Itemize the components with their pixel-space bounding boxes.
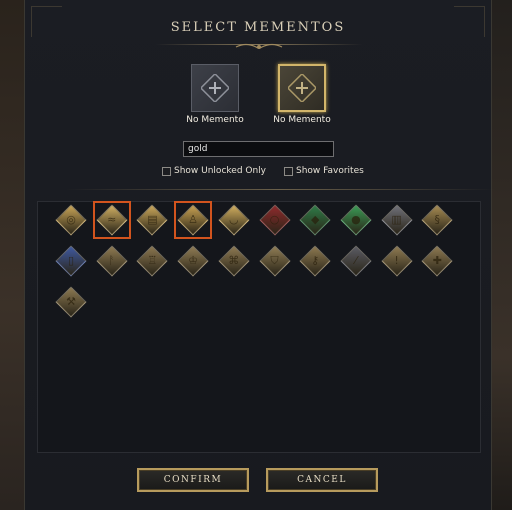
memento-item[interactable]: ●	[340, 204, 372, 236]
blade-icon: ⁄	[354, 254, 357, 267]
plus-icon	[201, 74, 229, 102]
scroll-icon: ▤	[147, 213, 158, 226]
memento-item[interactable]: ♔	[177, 245, 209, 277]
memento-item[interactable]: ♖	[136, 245, 168, 277]
plus-icon	[288, 74, 316, 102]
memento-item[interactable]: !	[381, 245, 413, 277]
memento-slot-1-label: No Memento	[186, 115, 244, 125]
jar-icon: ▯	[67, 254, 75, 267]
memento-item[interactable]: ✚	[421, 245, 453, 277]
search-input[interactable]	[183, 141, 334, 157]
vial-icon: !	[394, 254, 399, 267]
memento-slot-2[interactable]	[278, 64, 326, 112]
shield-icon: ⛉	[270, 254, 279, 267]
title-ornament-icon	[235, 43, 283, 49]
lantern-icon: ♖	[147, 254, 158, 267]
map-icon: ⌘	[228, 254, 240, 267]
memento-item[interactable]: ◎	[55, 204, 87, 236]
memento-dialog: SELECT MEMENTOS No Memento No Memento Sh…	[24, 0, 495, 510]
show-unlocked-label: Show Unlocked Only	[174, 166, 267, 176]
orb-icon: ●	[351, 213, 361, 226]
book-icon: ▥	[391, 213, 402, 226]
memento-item[interactable]: ⁄	[340, 245, 372, 277]
ring-icon: ○	[269, 213, 280, 226]
memento-item[interactable]: ♙	[174, 201, 213, 239]
bowl-icon: ◡	[228, 213, 239, 226]
checkbox-icon[interactable]	[284, 166, 293, 176]
memento-slot-2-label: No Memento	[273, 115, 331, 125]
memento-item[interactable]: ⚒	[55, 286, 87, 318]
memento-item[interactable]: ⛉	[258, 245, 291, 277]
cross-icon: ✚	[432, 254, 442, 267]
memento-slot-1[interactable]	[191, 64, 239, 112]
show-favorites-label: Show Favorites	[296, 166, 364, 176]
memento-item[interactable]: ▯	[55, 245, 87, 277]
rope-icon: §	[434, 213, 441, 226]
figure-icon: ♙	[188, 213, 199, 226]
axe-icon: ⚒	[66, 295, 76, 308]
memento-item[interactable]: ◆	[299, 204, 331, 236]
show-unlocked-toggle[interactable]: Show Unlocked Only	[162, 166, 266, 176]
coin-icon: ◎	[66, 213, 76, 226]
memento-item[interactable]: ○	[258, 204, 291, 236]
section-divider	[65, 189, 495, 190]
background-left	[0, 0, 26, 510]
memento-item[interactable]: ◡	[218, 204, 250, 236]
key-icon: ⚷	[311, 254, 320, 267]
claw-icon: ᚨ	[108, 254, 115, 267]
memento-item[interactable]: ▥	[381, 204, 413, 236]
memento-item[interactable]: ᚨ	[96, 245, 128, 277]
gem-icon: ◆	[310, 213, 320, 226]
crown-icon: ♔	[188, 254, 199, 267]
background-right	[492, 0, 512, 510]
dialog-title: SELECT MEMENTOS	[170, 20, 346, 35]
memento-item[interactable]: ⌘	[218, 245, 250, 277]
memento-item[interactable]: ≈	[92, 201, 131, 239]
cancel-button[interactable]: CANCEL	[266, 468, 378, 492]
memento-grid: ◎ ≈ ▤ ♙ ◡ ○ ◆ ● ▥ § ▯ ᚨ ♖ ♔ ⌘ ⛉ ⚷ ⁄! ✚ ⚒	[37, 201, 481, 453]
show-favorites-toggle[interactable]: Show Favorites	[284, 166, 364, 176]
confirm-button[interactable]: CONFIRM	[137, 468, 249, 492]
checkbox-icon[interactable]	[162, 166, 171, 176]
memento-item[interactable]: ▤	[136, 204, 168, 236]
memento-item[interactable]: ⚷	[299, 245, 331, 277]
memento-item[interactable]: §	[421, 204, 453, 236]
boat-icon: ≈	[107, 213, 117, 226]
